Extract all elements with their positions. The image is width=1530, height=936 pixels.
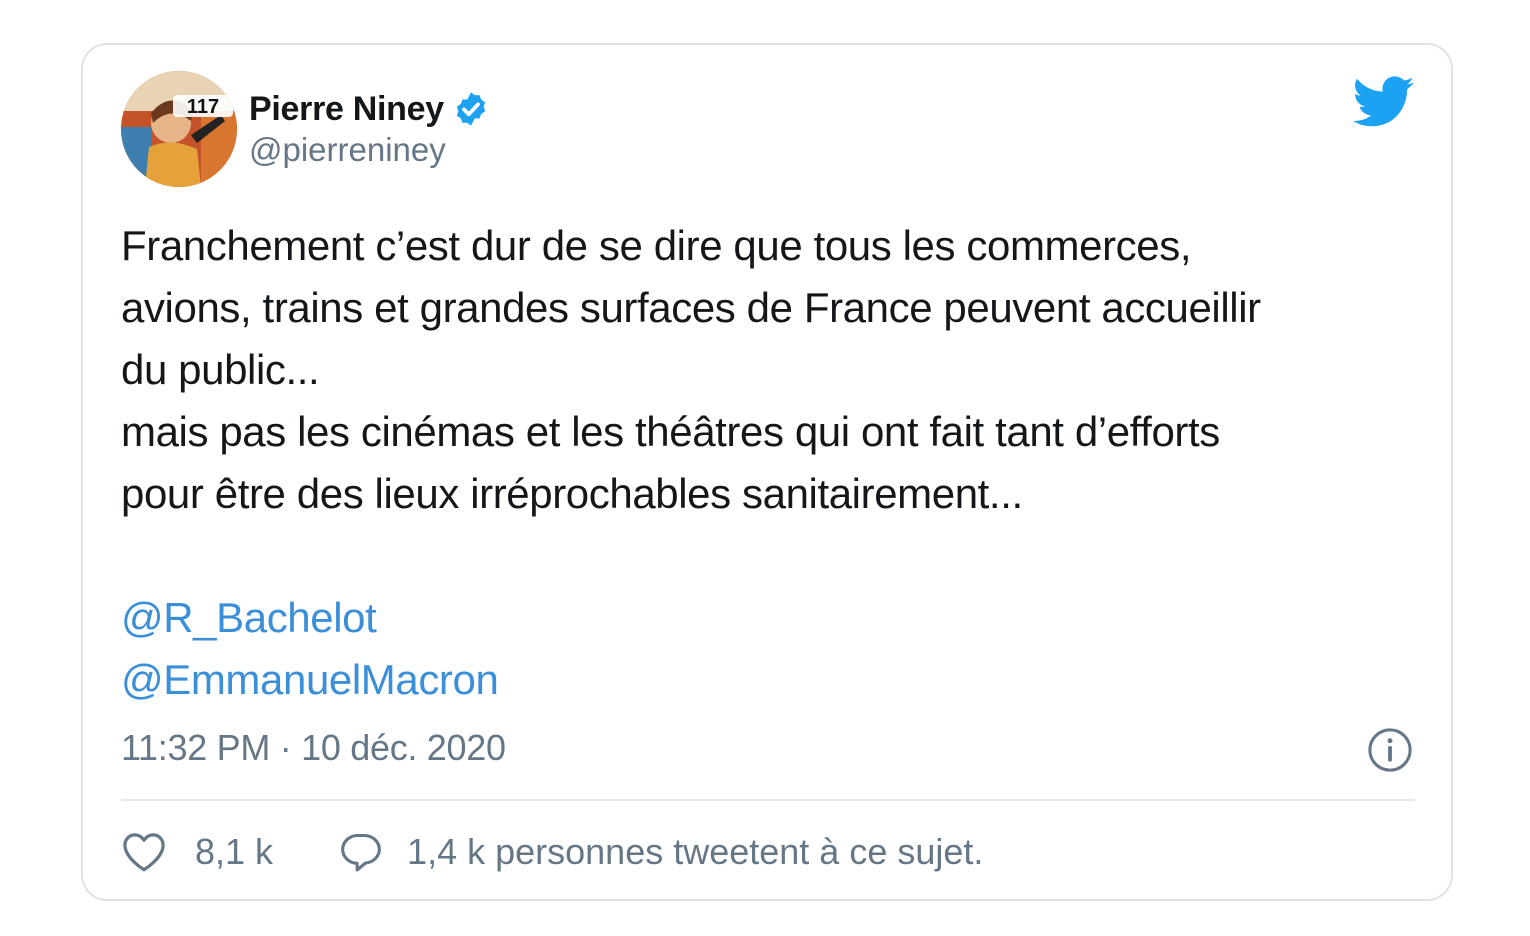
tweet-text: Franchement c’est dur de se dire que tou… — [121, 215, 1421, 711]
speech-bubble-icon — [341, 833, 381, 872]
tweet-text-line: pour être des lieux irréprochables sanit… — [121, 470, 1023, 517]
avatar-badge-text: 117 — [187, 96, 219, 118]
tweet-text-line: mais pas les cinémas et les théâtres qui… — [121, 408, 1220, 455]
like-button[interactable]: 8,1 k — [121, 831, 339, 873]
author-handle[interactable]: @pierreniney — [249, 131, 446, 169]
info-icon[interactable] — [1367, 727, 1413, 773]
mention-link-r-bachelot[interactable]: @R_Bachelot — [121, 587, 1421, 649]
tweet-timestamp[interactable]: 11:32 PM · 10 déc. 2020 — [121, 727, 506, 769]
mention-link-emmanuel-macron[interactable]: @EmmanuelMacron — [121, 649, 1421, 711]
avatar[interactable]: 117 — [121, 71, 237, 187]
verified-badge-icon — [456, 92, 485, 126]
like-count: 8,1 k — [195, 831, 274, 872]
author-name-row[interactable]: Pierre Niney — [249, 87, 490, 131]
conversation-button[interactable]: 1,4 k personnes tweetent à ce sujet. — [339, 831, 983, 873]
tweet-card[interactable]: 117 Pierre Niney @pierreniney Franchemen… — [81, 43, 1453, 901]
conversation-count: 1,4 k personnes tweetent à ce sujet. — [407, 831, 984, 872]
tweet-text-line: Franchement c’est dur de se dire que tou… — [121, 222, 1192, 269]
twitter-bird-icon[interactable] — [1353, 75, 1415, 129]
tweet-actions: 8,1 k 1,4 k personnes tweetent à ce suje… — [121, 827, 983, 877]
divider — [121, 799, 1415, 801]
tweet-text-line: du public... — [121, 346, 320, 393]
author-display-name[interactable]: Pierre Niney — [249, 90, 444, 129]
tweet-text-line: avions, trains et grandes surfaces de Fr… — [121, 284, 1261, 331]
heart-icon — [123, 833, 165, 872]
